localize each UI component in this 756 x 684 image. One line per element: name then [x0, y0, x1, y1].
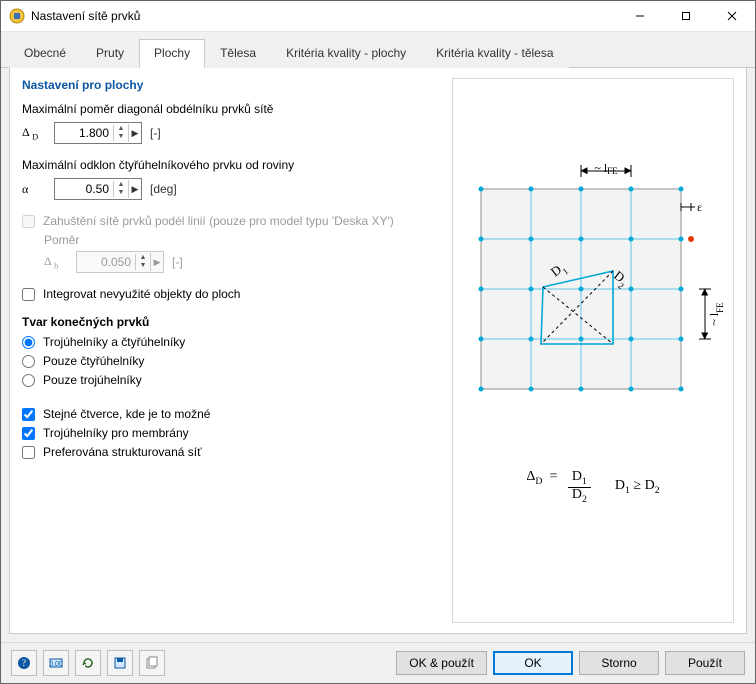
- tri-membranes-label: Trojúhelníky pro membrány: [43, 426, 189, 440]
- refine-label: Zahuštění sítě prvků podél linií (pouze …: [43, 214, 394, 228]
- shape-opt1-row[interactable]: Trojúhelníky a čtyřúhelníky: [22, 335, 442, 349]
- incl-spin-buttons[interactable]: ▲▼: [113, 181, 128, 197]
- pref-struct-checkbox[interactable]: [22, 446, 35, 459]
- close-button[interactable]: [709, 1, 755, 31]
- incl-symbol: α: [22, 182, 46, 197]
- help-button[interactable]: ?: [11, 650, 37, 676]
- incl-spinbox[interactable]: ▲▼ ▶: [54, 178, 142, 200]
- shape-opt3-radio[interactable]: [22, 374, 35, 387]
- incl-label: Maximální odklon čtyřúhelníkového prvku …: [22, 158, 442, 172]
- tab-kvalita-plochy[interactable]: Kritéria kvality - plochy: [271, 39, 421, 68]
- refine-spin-buttons: ▲▼: [135, 254, 150, 270]
- refine-unit: [-]: [172, 255, 183, 269]
- lfe-right-label: ~ lFE: [707, 302, 723, 326]
- maximize-button[interactable]: [663, 1, 709, 31]
- mesh-diagram: ~ lFE: [463, 159, 723, 419]
- app-icon: [9, 8, 25, 24]
- shape-opt3-label: Pouze trojúhelníky: [43, 373, 142, 387]
- incl-input[interactable]: [55, 182, 113, 196]
- tab-obecne[interactable]: Obecné: [9, 39, 81, 68]
- svg-text:?: ?: [22, 658, 26, 668]
- refine-symbol: Δ b: [44, 254, 68, 270]
- shape-opt1-label: Trojúhelníky a čtyřúhelníky: [43, 335, 185, 349]
- ratio-input[interactable]: [55, 126, 113, 140]
- shape-opt2-radio[interactable]: [22, 355, 35, 368]
- window-title: Nastavení sítě prvků: [31, 9, 617, 23]
- ratio-label: Maximální poměr diagonál obdélníku prvků…: [22, 102, 442, 116]
- titlebar: Nastavení sítě prvků: [1, 1, 755, 32]
- ratio-spin-buttons[interactable]: ▲▼: [113, 125, 128, 141]
- ratio-unit: [-]: [150, 126, 161, 140]
- lfe-top-label: ~ lFE: [594, 161, 618, 177]
- ratio-step-button[interactable]: ▶: [128, 124, 141, 142]
- tab-pruty[interactable]: Pruty: [81, 39, 139, 68]
- formula-condition: D1 ≥ D2: [615, 478, 660, 496]
- shape-opt1-radio[interactable]: [22, 336, 35, 349]
- ok-button[interactable]: OK: [493, 651, 573, 675]
- refine-input: [77, 255, 135, 269]
- integrate-checkbox[interactable]: [22, 288, 35, 301]
- tab-telesa[interactable]: Tělesa: [205, 39, 271, 68]
- load-default-button[interactable]: [139, 650, 165, 676]
- svg-text:0,00: 0,00: [49, 661, 63, 668]
- diagram-panel: ~ lFE: [452, 78, 734, 623]
- tab-kvalita-telesa[interactable]: Kritéria kvality - tělesa: [421, 39, 568, 68]
- units-button[interactable]: 0,00: [43, 650, 69, 676]
- refine-step-button: ▶: [150, 253, 163, 271]
- incl-unit: [deg]: [150, 182, 177, 196]
- ok-apply-button[interactable]: OK & použít: [396, 651, 487, 675]
- shape-opt3-row[interactable]: Pouze trojúhelníky: [22, 373, 442, 387]
- shape-opt2-row[interactable]: Pouze čtyřúhelníky: [22, 354, 442, 368]
- dialog-window: Nastavení sítě prvků Obecné Pruty Plochy…: [0, 0, 756, 684]
- epsilon-label: ε: [697, 200, 702, 214]
- cancel-button[interactable]: Storno: [579, 651, 659, 675]
- integrate-label: Integrovat nevyužité objekty do ploch: [43, 287, 240, 301]
- epsilon-node: [688, 236, 694, 242]
- settings-column: Nastavení pro plochy Maximální poměr dia…: [22, 78, 442, 623]
- minimize-button[interactable]: [617, 1, 663, 31]
- save-default-button[interactable]: [107, 650, 133, 676]
- dialog-body: Nastavení pro plochy Maximální poměr dia…: [9, 68, 747, 634]
- ratio-symbol: Δ D: [22, 125, 46, 141]
- footer: ? 0,00 OK & použít OK Storno Použít: [1, 642, 755, 683]
- tab-plochy[interactable]: Plochy: [139, 39, 205, 68]
- same-squares-checkbox[interactable]: [22, 408, 35, 421]
- tri-membranes-checkbox[interactable]: [22, 427, 35, 440]
- incl-step-button[interactable]: ▶: [128, 180, 141, 198]
- integrate-checkbox-row: Integrovat nevyužité objekty do ploch: [22, 287, 442, 301]
- apply-button[interactable]: Použít: [665, 651, 745, 675]
- refine-ratio-label: Poměr: [44, 233, 442, 247]
- pref-struct-label: Preferována strukturovaná síť: [43, 445, 202, 459]
- refine-checkbox: [22, 215, 35, 228]
- tab-bar: Obecné Pruty Plochy Tělesa Kritéria kval…: [1, 32, 755, 68]
- refine-spinbox: ▲▼ ▶: [76, 251, 164, 273]
- tri-membranes-row[interactable]: Trojúhelníky pro membrány: [22, 426, 442, 440]
- shape-title: Tvar konečných prvků: [22, 315, 442, 329]
- same-squares-row[interactable]: Stejné čtverce, kde je to možné: [22, 407, 442, 421]
- formula: ΔD = D1 D2 D1 ≥ D2: [526, 469, 659, 505]
- same-squares-label: Stejné čtverce, kde je to možné: [43, 407, 210, 421]
- shape-opt2-label: Pouze čtyřúhelníky: [43, 354, 144, 368]
- section-title: Nastavení pro plochy: [22, 78, 442, 92]
- refine-checkbox-row: Zahuštění sítě prvků podél linií (pouze …: [22, 214, 442, 228]
- pref-struct-row[interactable]: Preferována strukturovaná síť: [22, 445, 442, 459]
- ratio-spinbox[interactable]: ▲▼ ▶: [54, 122, 142, 144]
- reset-button[interactable]: [75, 650, 101, 676]
